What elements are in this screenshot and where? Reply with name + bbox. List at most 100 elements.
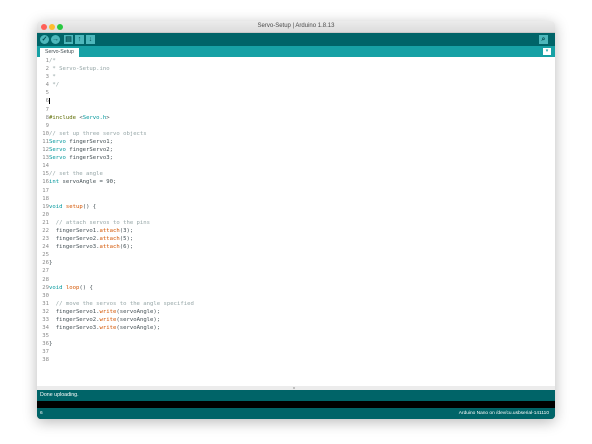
serial-monitor-button[interactable]: ⌕ [539,34,548,44]
code-line[interactable]: void setup() { [49,203,194,211]
code-line[interactable] [49,348,194,356]
line-number: 17 [42,187,49,194]
line-number: 33 [42,317,49,323]
window-title: Servo-Setup | Arduino 1.8.13 [257,23,335,29]
new-file-icon: ▤ [65,35,72,43]
code-line[interactable] [49,276,194,284]
footer-bar: 6 Arduino Nano on /dev/cu.usbserial-1411… [37,408,555,419]
current-line-number: 6 [40,411,43,416]
code-line[interactable]: */ [49,81,194,89]
toolbar: ✓ → ▤ ↑ ↓ ⌕ [37,33,555,46]
tab-servo-setup[interactable]: Servo-Setup [40,48,79,57]
line-number: 5 [45,90,49,97]
code-line[interactable]: fingerServo3.write(servoAngle); [49,324,194,332]
code-line[interactable]: fingerServo2.attach(5); [49,235,194,243]
code-line[interactable]: // set the angle [49,170,194,178]
code-line[interactable] [49,332,194,340]
code-line[interactable] [49,122,194,130]
line-number: 34 [42,325,49,332]
code-line[interactable]: // attach servos to the pins [49,219,194,227]
code-line[interactable]: Servo fingerServo3; [49,154,194,162]
line-number: 25 [42,252,49,259]
line-number-gutter: 1 2 3 4 5 6 7 8 9 10 11 12 13 14 15 16 17 18 19 20 21 22 23 24 2… [37,57,49,386]
open-sketch-button[interactable]: ↑ [75,34,84,44]
code-line[interactable] [49,162,194,170]
line-number: 12 [42,147,49,154]
code-line[interactable]: } [49,259,194,267]
save-sketch-button[interactable]: ↓ [86,34,95,44]
code-line[interactable]: Servo fingerServo1; [49,138,194,146]
code-line[interactable] [49,356,194,364]
arrow-down-icon: ↓ [88,35,93,43]
code-line[interactable] [49,267,194,275]
arrow-up-icon: ↑ [77,35,82,43]
new-sketch-button[interactable]: ▤ [64,34,73,44]
line-number: 16 [42,179,49,186]
status-bar: Done uploading. [37,390,555,401]
drag-handle-icon [293,387,295,389]
verify-button[interactable]: ✓ [40,34,49,44]
line-number: 38 [42,357,49,364]
line-number: 6 [45,98,49,105]
code-line[interactable]: Servo fingerServo2; [49,146,194,154]
line-number: 14 [42,163,49,170]
code-line[interactable] [49,187,194,195]
code-line[interactable]: fingerServo2.write(servoAngle); [49,316,194,324]
line-number: 24 [42,244,49,251]
code-line[interactable]: int servoAngle = 90; [49,178,194,186]
line-number: 36 [42,341,49,348]
line-number: 7 [45,106,49,113]
code-line[interactable]: fingerServo1.attach(3); [49,227,194,235]
code-editor[interactable]: 1 2 3 4 5 6 7 8 9 10 11 12 13 14 15 16 17 18 19 20 21 22 23 24 2… [37,57,555,386]
code-area[interactable]: /* * Servo-Setup.ino * */ #include <Servo… [49,57,194,365]
line-number: 31 [42,300,49,307]
code-line[interactable] [49,106,194,114]
line-number: 8 [45,114,49,121]
line-number: 9 [45,122,49,129]
line-number: 2 [45,66,49,73]
tab-menu-button[interactable]: ▾ [543,48,551,55]
title-bar: Servo-Setup | Arduino 1.8.13 [37,21,555,33]
line-number: 20 [42,211,49,218]
line-number: 29 [42,284,49,291]
line-number: 23 [42,236,49,243]
code-line[interactable] [49,89,194,97]
code-line[interactable] [49,195,194,203]
line-number: 4 [45,82,49,89]
code-line[interactable]: void loop() { [49,284,194,292]
line-number: 10 [42,130,49,137]
code-line[interactable]: fingerServo3.attach(6); [49,243,194,251]
tab-bar: Servo-Setup ▾ [37,46,555,57]
code-line[interactable]: } [49,340,194,348]
code-line[interactable]: * Servo-Setup.ino [49,65,194,73]
text-cursor [49,97,50,104]
arduino-ide-window: Servo-Setup | Arduino 1.8.13 ✓ → ▤ ↑ ↓ ⌕… [37,21,555,419]
code-line[interactable] [49,211,194,219]
check-icon: ✓ [41,35,48,43]
code-line[interactable] [49,97,194,105]
line-number: 21 [42,219,49,226]
line-number: 3 [45,74,49,81]
line-number: 32 [42,308,49,315]
line-number: 30 [42,292,49,299]
code-line[interactable] [49,292,194,300]
line-number: 19 [42,203,49,210]
code-line[interactable]: // set up three servo objects [49,130,194,138]
line-number: 37 [42,349,49,356]
code-line[interactable]: /* [49,57,194,65]
arrow-right-icon: → [52,35,59,43]
line-number: 22 [42,227,49,234]
code-line[interactable]: #include <Servo.h> [49,114,194,122]
line-number: 1 [45,58,49,64]
code-line[interactable]: * [49,73,194,81]
line-number: 35 [42,333,49,340]
code-line[interactable] [49,251,194,259]
code-line[interactable]: // move the servos to the angle specifie… [49,300,194,308]
line-number: 27 [42,268,49,275]
upload-button[interactable]: → [51,34,60,44]
code-line[interactable]: fingerServo1.write(servoAngle); [49,308,194,316]
line-number: 26 [42,260,49,267]
line-number: 15 [42,171,49,178]
line-number: 13 [42,155,49,162]
status-message: Done uploading. [40,392,79,398]
